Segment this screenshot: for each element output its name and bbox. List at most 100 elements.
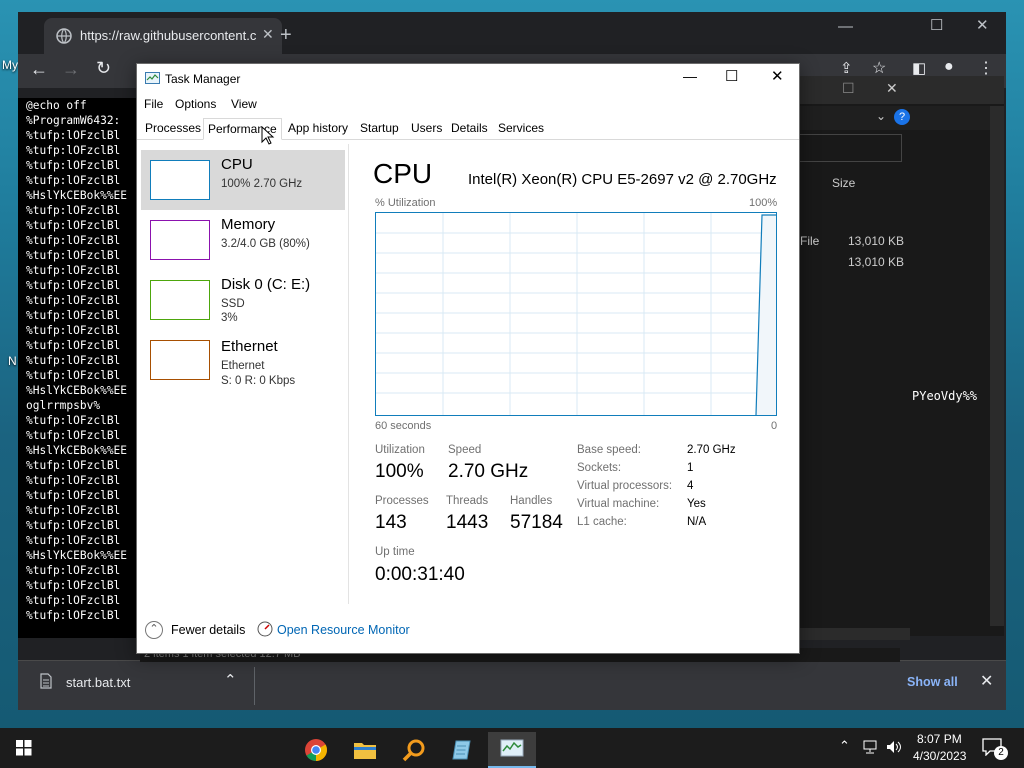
close-downloads-icon[interactable]: ✕ — [980, 671, 993, 691]
search-tool-icon[interactable] — [390, 732, 438, 768]
reload-icon[interactable]: ↻ — [96, 58, 111, 79]
task-manager-window: Task Manager — ☐ ✕ File Options View Pro… — [136, 63, 800, 654]
detail-key: Sockets: — [577, 462, 622, 474]
chevron-up-icon[interactable]: ⌃ — [145, 621, 163, 639]
code-line: %HslYkCEBok%%EE — [26, 189, 128, 202]
magnifier-icon — [402, 739, 425, 762]
profile-icon[interactable]: ● — [944, 58, 954, 76]
chevron-down-icon[interactable]: ⌄ — [876, 109, 886, 123]
taskbar: ⌃ 8:07 PM 4/30/2023 2 — [0, 728, 1024, 768]
menu-options[interactable]: Options — [175, 97, 216, 111]
clock-time[interactable]: 8:07 PM — [917, 732, 962, 746]
detail-value: N/A — [687, 516, 707, 528]
window-title: Task Manager — [165, 72, 241, 86]
sidebar-item-detail: S: 0 R: 0 Kbps — [221, 375, 296, 387]
size-column-header[interactable]: Size — [832, 176, 855, 190]
threads-label: Threads — [446, 495, 489, 507]
pane-divider — [348, 144, 349, 604]
maximize-icon[interactable]: ☐ — [842, 80, 855, 97]
file-size: 13,010 KB — [848, 255, 905, 269]
cpu-utilization-graph — [375, 212, 777, 416]
detail-value: 2.70 GHz — [687, 444, 736, 456]
cpu-panel: CPU Intel(R) Xeon(R) CPU E5-2697 v2 @ 2.… — [373, 154, 783, 594]
volume-icon[interactable] — [886, 740, 902, 754]
sidebar-item-memory[interactable]: Memory 3.2/4.0 GB (80%) — [141, 210, 345, 270]
browser-tab[interactable]: https://raw.githubusercontent.co ✕ — [44, 18, 282, 54]
share-icon[interactable]: ⇪ — [840, 59, 853, 77]
close-icon[interactable]: ✕ — [771, 67, 784, 85]
tab-app-history[interactable]: App history — [284, 118, 352, 140]
search-box[interactable] — [790, 134, 902, 162]
menu-icon[interactable]: ⋮ — [978, 58, 994, 78]
code-line: @echo off — [26, 99, 87, 112]
tab-strip: Processes Performance App history Startu… — [137, 116, 799, 140]
bookmark-star-icon[interactable]: ☆ — [872, 58, 886, 78]
sidebar-item-detail: Ethernet — [221, 360, 265, 372]
sidebar-item-detail: 3.2/4.0 GB (80%) — [221, 238, 310, 250]
desktop-label: N — [8, 354, 17, 368]
chrome-icon[interactable] — [292, 732, 340, 768]
detail-value: 1 — [687, 462, 694, 474]
code-line: %tufp:lOFzclBl — [26, 279, 121, 292]
desktop-label: My — [2, 58, 18, 72]
chrome-logo — [305, 739, 327, 761]
back-icon[interactable]: ← — [30, 59, 48, 80]
network-icon[interactable] — [862, 740, 878, 754]
help-icon[interactable]: ? — [894, 109, 910, 125]
forward-icon[interactable]: → — [62, 59, 80, 80]
sidebar-item-cpu[interactable]: CPU 100% 2.70 GHz — [141, 150, 345, 210]
open-resource-monitor-link[interactable]: Open Resource Monitor — [277, 623, 410, 637]
notepad-icon[interactable] — [439, 732, 487, 768]
detail-key: Virtual processors: — [577, 480, 673, 492]
fewer-details-button[interactable]: Fewer details — [171, 623, 245, 637]
h-scrollbar[interactable] — [790, 628, 910, 640]
explorer-titlebar: ☐ ✕ — [790, 76, 1004, 104]
maximize-icon[interactable]: ☐ — [725, 67, 738, 85]
max-axis-label: 100% — [749, 197, 778, 209]
notification-center-icon[interactable]: 2 — [982, 736, 1008, 760]
chevron-up-icon[interactable]: ⌃ — [224, 671, 237, 689]
explorer-window: ☐ ✕ ⌄ ? Size File 13,010 KB 13,010 KB PY… — [790, 76, 1004, 640]
new-tab-icon[interactable]: + — [280, 24, 292, 47]
code-line: %HslYkCEBok%%EE — [26, 384, 128, 397]
code-line: %tufp:lOFzclBl — [26, 489, 121, 502]
tab-users[interactable]: Users — [407, 118, 446, 140]
sidepanel-icon[interactable]: ◧ — [912, 59, 926, 77]
minimize-icon[interactable]: — — [838, 18, 853, 35]
processes-label: Processes — [375, 495, 429, 507]
menu-bar: File Options View — [137, 94, 799, 114]
code-view: @echo off %ProgramW6432: %tufp:lOFzclBl %tu… — [18, 98, 136, 638]
code-line: %tufp:lOFzclBl — [26, 174, 121, 187]
code-line: %tufp:lOFzclBl — [26, 129, 121, 142]
cpu-model: Intel(R) Xeon(R) CPU E5-2697 v2 @ 2.70GH… — [468, 171, 777, 188]
code-line: %tufp:lOFzclBl — [26, 309, 121, 322]
sidebar-item-disk[interactable]: Disk 0 (C: E:) SSD 3% — [141, 270, 345, 330]
sidebar-item-ethernet[interactable]: Ethernet Ethernet S: 0 R: 0 Kbps — [141, 330, 345, 390]
file-size: 13,010 KB — [848, 234, 905, 248]
start-icon[interactable] — [16, 740, 32, 756]
close-icon[interactable]: ✕ — [886, 80, 898, 97]
download-filename[interactable]: start.bat.txt — [66, 675, 130, 690]
menu-view[interactable]: View — [231, 97, 257, 111]
code-line: %tufp:lOFzclBl — [26, 264, 121, 277]
file-explorer-icon[interactable] — [341, 732, 389, 768]
code-line: %tufp:lOFzclBl — [26, 249, 121, 262]
tab-details[interactable]: Details — [447, 118, 492, 140]
tab-processes[interactable]: Processes — [141, 118, 205, 140]
maximize-icon[interactable]: ☐ — [930, 16, 943, 34]
detail-key: Base speed: — [577, 444, 641, 456]
chevron-up-icon[interactable]: ⌃ — [839, 738, 850, 754]
minimize-icon[interactable]: — — [683, 68, 697, 84]
task-manager-icon[interactable] — [488, 732, 536, 768]
code-line: %tufp:lOFzclBl — [26, 594, 121, 607]
tab-services[interactable]: Services — [494, 118, 548, 140]
close-tab-icon[interactable]: ✕ — [262, 26, 274, 43]
close-icon[interactable]: ✕ — [976, 16, 989, 34]
scrollbar[interactable] — [990, 106, 1004, 626]
tab-startup[interactable]: Startup — [356, 118, 403, 140]
clock-date[interactable]: 4/30/2023 — [913, 749, 966, 763]
show-all-link[interactable]: Show all — [907, 675, 958, 689]
divider — [254, 667, 255, 705]
code-line: %HslYkCEBok%%EE — [26, 549, 128, 562]
menu-file[interactable]: File — [144, 97, 163, 111]
